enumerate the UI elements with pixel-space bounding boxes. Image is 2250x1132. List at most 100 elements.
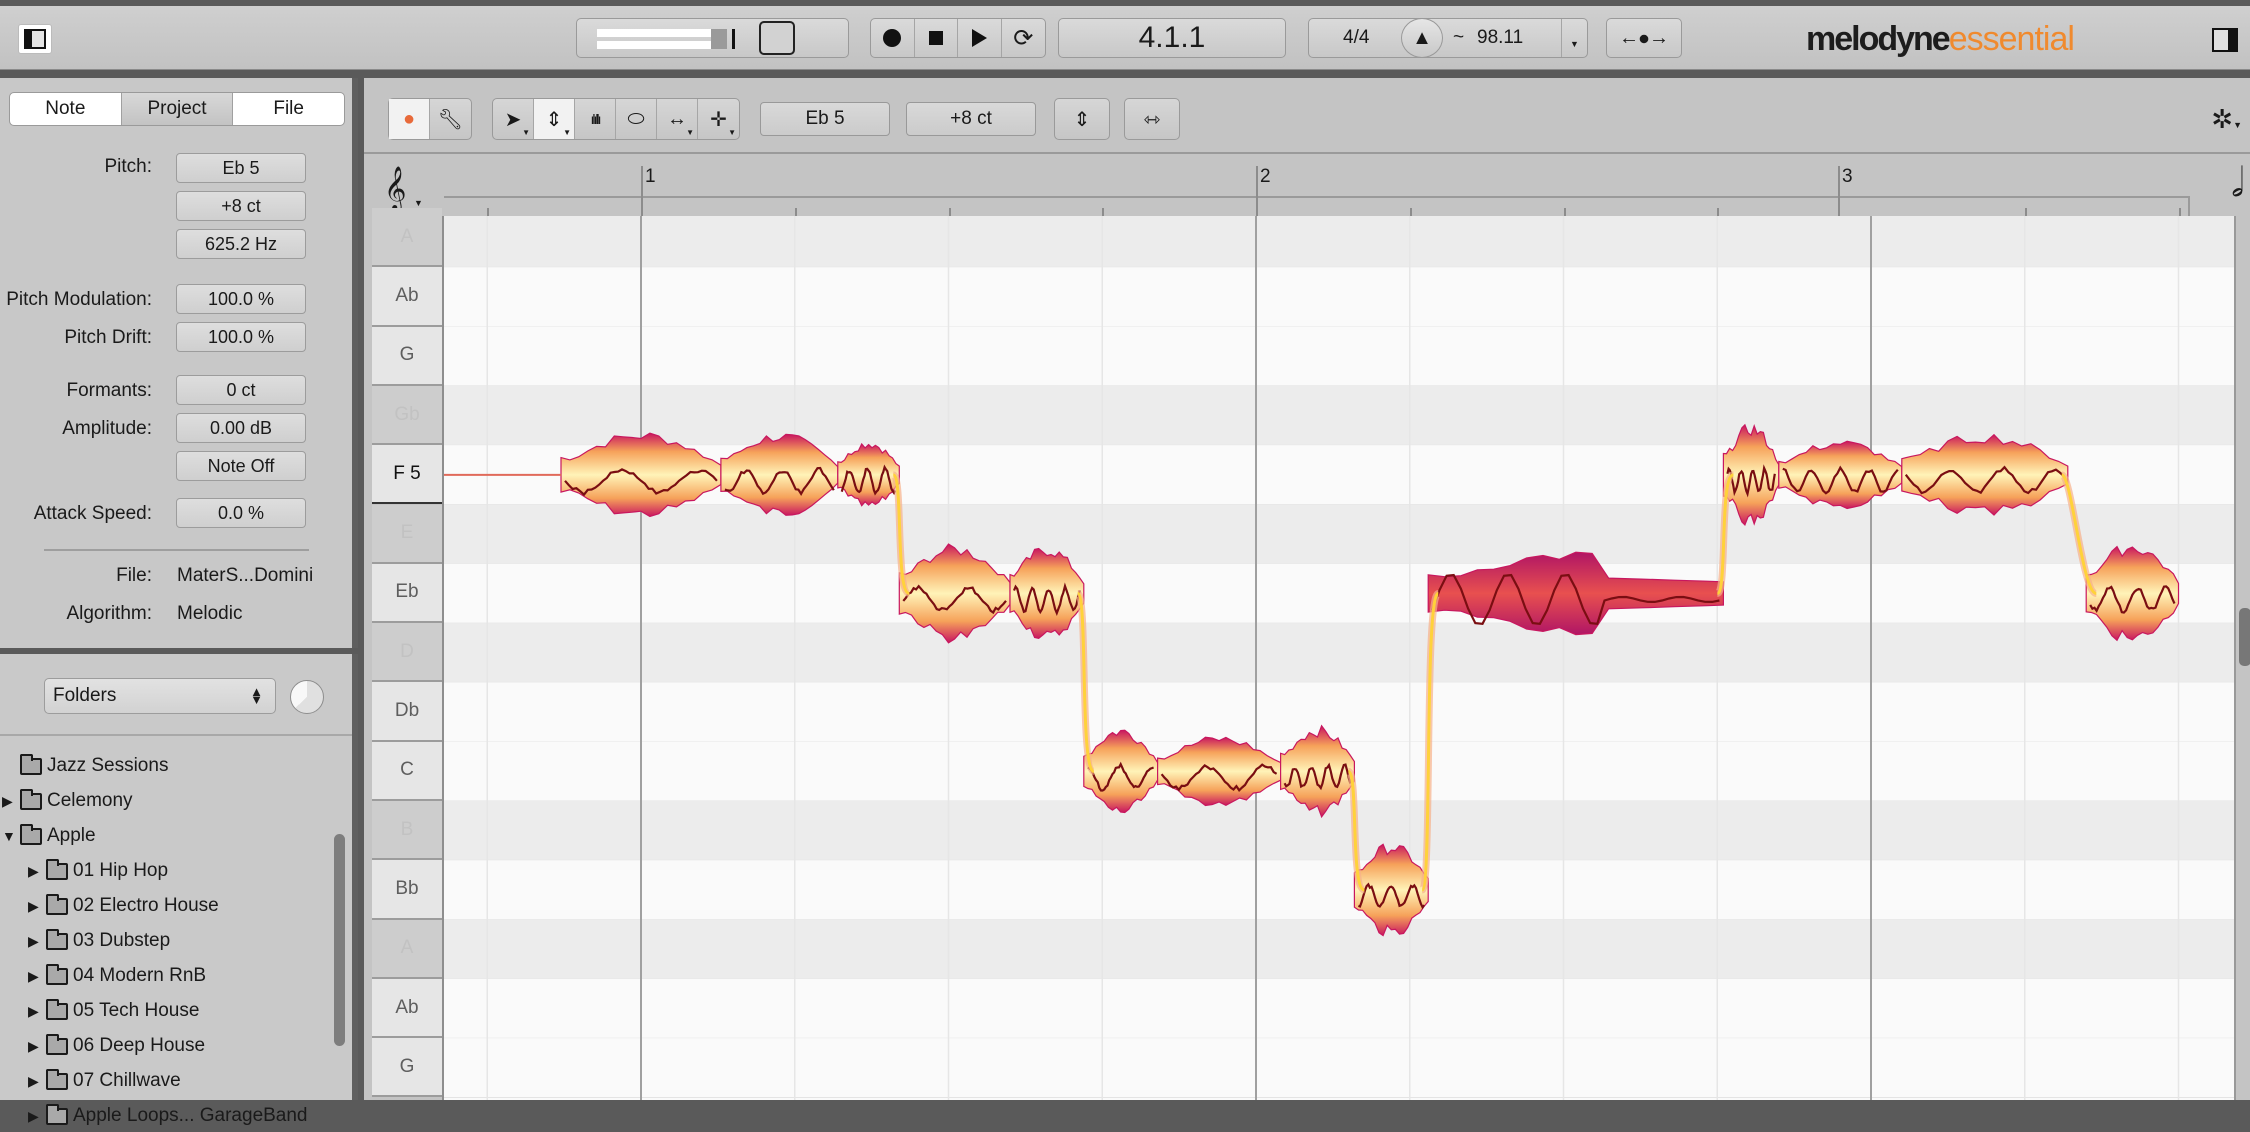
record-icon: [883, 29, 902, 47]
pitch-key[interactable]: A: [372, 208, 442, 268]
quantize-time-button[interactable]: ⇿: [1124, 98, 1180, 140]
toggle-left-panel-button[interactable]: [18, 24, 52, 54]
cycle-button[interactable]: ⟳: [1002, 19, 1045, 57]
main-tool-button[interactable]: ➤ ▼: [493, 99, 534, 139]
pitch-key[interactable]: Eb: [372, 563, 442, 624]
pitch-key[interactable]: Gb: [372, 385, 442, 446]
scan-progress-icon[interactable]: [290, 680, 324, 714]
blob-view-button[interactable]: ●: [389, 99, 430, 139]
disclosure-collapsed-icon[interactable]: ▶: [28, 898, 42, 915]
disclosure-collapsed-icon[interactable]: ▶: [28, 863, 42, 880]
pitch-key[interactable]: E: [372, 504, 442, 564]
disclosure-collapsed-icon[interactable]: ▶: [28, 1003, 42, 1020]
pitch-cents-field[interactable]: +8 ct: [176, 191, 306, 221]
pitch-row: [444, 623, 2234, 683]
half-note-icon[interactable]: 𝅗𝅥: [2231, 160, 2244, 206]
pitch-key[interactable]: F 5: [372, 445, 442, 505]
pitch-key[interactable]: D: [372, 623, 442, 683]
disclosure-collapsed-icon[interactable]: ▶: [2, 793, 16, 810]
transport-controls: ⟳: [870, 18, 1046, 58]
record-button[interactable]: [871, 19, 915, 57]
folder-label: 01 Hip Hop: [73, 860, 169, 881]
folder-item[interactable]: ▶ 01 Hip Hop: [28, 855, 168, 887]
folder-item[interactable]: ▶ 04 Modern RnB: [28, 960, 206, 992]
toggle-right-panel-button[interactable]: [2212, 28, 2238, 52]
pitch-key[interactable]: Ab: [372, 978, 442, 1039]
amplitude-tool-button[interactable]: ⬭: [616, 99, 657, 139]
editor-cents-display[interactable]: +8 ct: [906, 102, 1036, 136]
ruler-bar: [444, 196, 2190, 216]
folder-icon: [20, 823, 42, 845]
disclosure-collapsed-icon[interactable]: ▶: [28, 1073, 42, 1090]
pitch-key[interactable]: G: [372, 326, 442, 386]
pitch-key[interactable]: C: [372, 741, 442, 801]
inspector-tabs: Note Project File: [9, 92, 345, 126]
folder-item[interactable]: ▶ 06 Deep House: [28, 1030, 205, 1062]
folder-item[interactable]: ▶ Celemony: [2, 785, 133, 817]
pitch-key[interactable]: Db: [372, 682, 442, 742]
gear-icon[interactable]: ✲▼: [2211, 104, 2242, 135]
browser-view-select[interactable]: Folders ▲ ▼: [44, 678, 276, 714]
pitch-tool-button[interactable]: ⇕ ▼: [534, 99, 575, 139]
pitch-drift-field[interactable]: 100.0 %: [176, 322, 306, 352]
pitch-hz-field[interactable]: 625.2 Hz: [176, 229, 306, 259]
blob-canvas[interactable]: [444, 216, 2234, 1100]
disclosure-expanded-icon[interactable]: ▼: [2, 828, 16, 844]
volume-slider-handle[interactable]: [759, 21, 795, 55]
folder-item[interactable]: ▼ Apple: [2, 820, 96, 852]
pitch-key[interactable]: Bb: [372, 860, 442, 920]
folder-item[interactable]: Jazz Sessions: [2, 750, 168, 782]
folder-item[interactable]: ▶ 07 Chillwave: [28, 1065, 181, 1097]
note-separation-tool-button[interactable]: ✛ ▼: [698, 99, 739, 139]
updown-arrows-icon: ▲ ▼: [250, 684, 263, 707]
folder-item[interactable]: ▶ 03 Dubstep: [28, 925, 170, 957]
formant-tool-button[interactable]: ılıllı: [575, 99, 616, 139]
folder-item[interactable]: ▶ 02 Electro House: [28, 890, 219, 922]
disclosure-collapsed-icon[interactable]: ▶: [28, 933, 42, 950]
tab-project[interactable]: Project: [121, 93, 234, 125]
tab-file[interactable]: File: [233, 93, 344, 125]
position-value: 4.1.1: [1138, 21, 1206, 54]
timing-tool-button[interactable]: ↔ ▼: [657, 99, 698, 139]
disclosure-collapsed-icon[interactable]: ▶: [28, 968, 42, 985]
metronome-button[interactable]: ▲: [1401, 18, 1443, 58]
play-icon: [971, 29, 987, 47]
formant-tool-icon: ılıllı: [590, 111, 602, 127]
folder-item[interactable]: ▶ 05 Tech House: [28, 995, 199, 1027]
vertical-scrollbar[interactable]: [2234, 216, 2250, 1100]
settings-tool-button[interactable]: 🔧︎: [430, 99, 471, 139]
pitch-note-field[interactable]: Eb 5: [176, 153, 306, 183]
tempo-value[interactable]: 98.11: [1477, 27, 1523, 49]
editor-toolbar: ● 🔧︎ ➤ ▼ ⇕ ▼ ılıllı ⬭ ↔ ▼ ✛ ▼ Eb 5 +8 ct ⇕ ⇿…: [364, 78, 2250, 154]
note-grid[interactable]: [444, 216, 2234, 1100]
pitch-key[interactable]: A: [372, 919, 442, 979]
stop-button[interactable]: [915, 19, 958, 57]
scrollbar-thumb[interactable]: [2239, 608, 2250, 666]
folder-icon: [46, 1068, 68, 1090]
timeline-ruler[interactable]: 𝄞 ▼ 1 2 3 𝅗𝅥: [364, 158, 2250, 218]
browser-scrollbar[interactable]: [334, 834, 345, 1046]
treble-clef-icon[interactable]: 𝄞: [384, 166, 406, 211]
disclosure-collapsed-icon[interactable]: ▶: [28, 1108, 42, 1125]
pitch-key[interactable]: Ab: [372, 267, 442, 327]
folder-icon: [46, 963, 68, 985]
pitch-modulation-field[interactable]: 100.0 %: [176, 284, 306, 314]
tempo-dropdown[interactable]: ▼: [1561, 19, 1587, 57]
editor-pitch-display[interactable]: Eb 5: [760, 102, 890, 136]
time-signature[interactable]: 4/4: [1343, 27, 1369, 49]
play-button[interactable]: [958, 19, 1002, 57]
disclosure-collapsed-icon[interactable]: ▶: [28, 1038, 42, 1055]
pitch-key[interactable]: B: [372, 801, 442, 861]
formants-field[interactable]: 0 ct: [176, 375, 306, 405]
file-browser: Folders ▲ ▼ Jazz Sessions ▶ Celemony ▼ Apple ▶…: [0, 654, 358, 1126]
separation-tool-icon: ✛: [710, 108, 727, 131]
amplitude-field[interactable]: 0.00 dB: [176, 413, 306, 443]
note-off-button[interactable]: Note Off: [176, 451, 306, 481]
pitch-key[interactable]: G: [372, 1038, 442, 1098]
folder-item[interactable]: ▶ Apple Loops... GarageBand: [28, 1100, 308, 1132]
position-display[interactable]: 4.1.1: [1058, 18, 1286, 58]
tab-note[interactable]: Note: [10, 93, 122, 125]
attack-speed-field[interactable]: 0.0 %: [176, 498, 306, 528]
correct-pitch-button[interactable]: ⇕: [1054, 98, 1110, 140]
tempo-detect-button[interactable]: ←⦁→: [1606, 18, 1682, 58]
